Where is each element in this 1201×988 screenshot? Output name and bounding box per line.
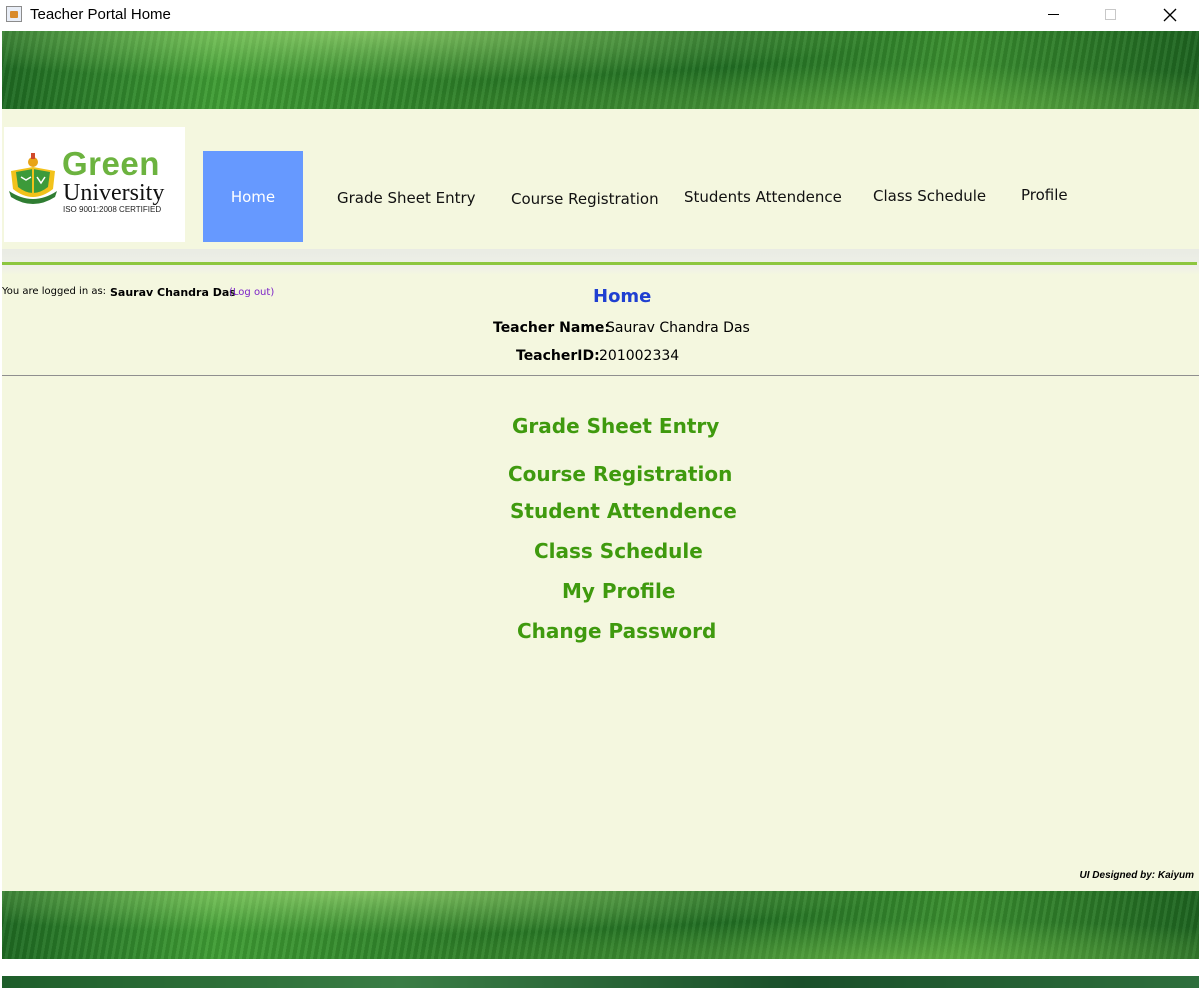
maximize-button[interactable] <box>1080 0 1140 31</box>
teacher-id-value: 201002334 <box>599 348 680 364</box>
logo-certification-text: ISO 9001:2008 CERTIFIED <box>63 205 162 214</box>
university-crest-icon <box>9 153 57 204</box>
title-bar: Teacher Portal Home <box>0 0 1201 31</box>
footer-banner-image <box>2 891 1199 959</box>
close-icon <box>1163 8 1177 22</box>
nav-profile[interactable]: Profile <box>1021 186 1068 204</box>
footer-strip-image <box>2 976 1199 988</box>
nav-home-button[interactable]: Home <box>203 151 303 242</box>
nav-shadow-lower <box>2 265 1199 275</box>
nav-shadow <box>2 249 1199 263</box>
header-banner-image <box>2 31 1199 109</box>
nav-course-registration[interactable]: Course Registration <box>511 190 659 208</box>
main-panel: Green University ISO 9001:2008 CERTIFIED… <box>2 109 1199 891</box>
java-app-icon <box>6 6 22 22</box>
link-my-profile[interactable]: My Profile <box>562 579 675 603</box>
minimize-button[interactable] <box>1022 0 1082 31</box>
logo-university-text: University <box>63 180 165 206</box>
designer-credit: UI Designed by: Kaiyum <box>1079 870 1194 881</box>
teacher-name-value: Saurav Chandra Das <box>606 320 750 336</box>
content-divider <box>2 375 1199 376</box>
nav-students-attendence[interactable]: Students Attendence <box>684 188 842 206</box>
teacher-id-label: TeacherID: <box>516 348 600 364</box>
teacher-name-label: Teacher Name: <box>493 320 611 336</box>
link-course-registration[interactable]: Course Registration <box>508 462 732 486</box>
logged-in-label: You are logged in as: <box>2 286 107 297</box>
university-logo: Green University ISO 9001:2008 CERTIFIED <box>4 127 185 242</box>
nav-grade-sheet-entry[interactable]: Grade Sheet Entry <box>337 189 476 207</box>
logged-in-user: Saurav Chandra Das <box>110 286 236 299</box>
link-change-password[interactable]: Change Password <box>517 619 716 643</box>
close-button[interactable] <box>1140 0 1200 31</box>
link-grade-sheet-entry[interactable]: Grade Sheet Entry <box>512 414 719 438</box>
link-student-attendence[interactable]: Student Attendence <box>510 499 737 523</box>
page-title: Home <box>593 286 652 307</box>
nav-class-schedule[interactable]: Class Schedule <box>873 187 986 205</box>
link-class-schedule[interactable]: Class Schedule <box>534 539 703 563</box>
logout-link[interactable]: (Log out) <box>229 287 274 298</box>
logo-green-text: Green <box>62 145 160 182</box>
window-title: Teacher Portal Home <box>30 6 171 23</box>
